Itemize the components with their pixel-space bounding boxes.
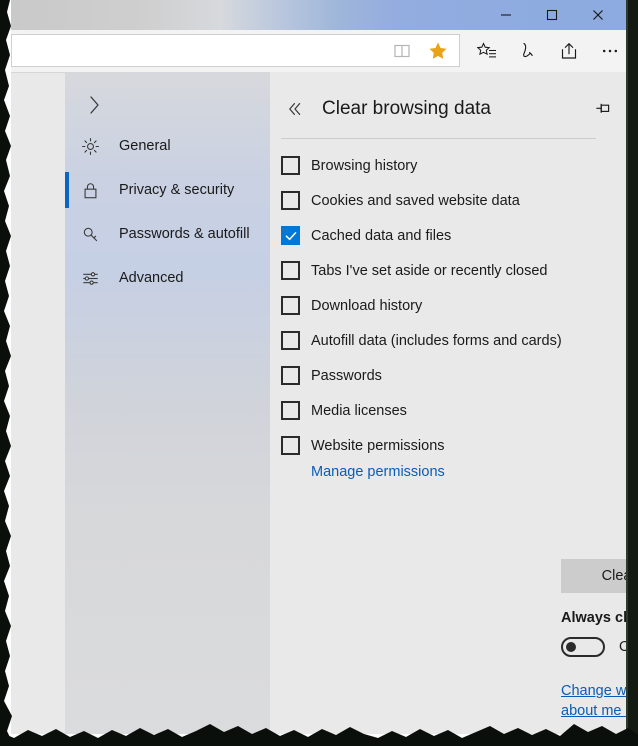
sidebar-item-privacy-security[interactable]: Privacy & security (65, 168, 270, 212)
checkbox-row-cached-data[interactable]: Cached data and files (270, 218, 629, 253)
checkbox-autofill-data[interactable] (281, 331, 300, 350)
settings-nav-pane: General Privacy & security Passwords & a… (65, 72, 270, 734)
clear-button[interactable]: Clear (561, 559, 638, 593)
sidebar-item-label: Privacy & security (119, 182, 235, 198)
checkbox-passwords[interactable] (281, 366, 300, 385)
settings-flyout: General Privacy & security Passwords & a… (65, 72, 638, 746)
always-clear-toggle-row: Off (561, 637, 638, 657)
checkbox-row-browsing-history[interactable]: Browsing history (270, 148, 629, 183)
chevron-double-left-icon (289, 102, 301, 116)
checkbox-media-licenses[interactable] (281, 401, 300, 420)
checkmark-icon (285, 231, 296, 240)
checkbox-cookies[interactable] (281, 191, 300, 210)
nav-expand-button[interactable] (73, 84, 117, 126)
checkbox-label: Download history (311, 297, 423, 314)
sidebar-item-advanced[interactable]: Advanced (65, 256, 270, 300)
page-title: Clear browsing data (322, 98, 491, 119)
toolbar-icons (466, 34, 630, 67)
sidebar-item-general[interactable]: General (65, 124, 270, 168)
reading-view-icon (394, 44, 410, 57)
more-icon (602, 49, 617, 52)
always-clear-toggle[interactable] (561, 637, 605, 657)
checkbox-label: Tabs I've set aside or recently closed (311, 262, 548, 279)
sidebar-item-label: Passwords & autofill (119, 226, 250, 242)
checkbox-row-website-permissions[interactable]: Website permissions (270, 428, 629, 463)
toggle-state-label: Off (619, 639, 638, 655)
sidebar-item-passwords-autofill[interactable]: Passwords & autofill (65, 212, 270, 256)
checkbox-label: Website permissions (311, 437, 445, 454)
share-icon (561, 42, 576, 59)
torn-edge-right (628, 0, 638, 746)
minimize-button[interactable] (483, 0, 529, 30)
manage-permissions-row: Manage permissions (270, 459, 629, 485)
checkbox-label: Autofill data (includes forms and cards) (311, 332, 562, 349)
checkbox-row-media-licenses[interactable]: Media licenses (270, 393, 629, 428)
favorite-star-icon (429, 42, 447, 59)
browser-toolbar (11, 30, 629, 73)
manage-permissions-link[interactable]: Manage permissions (311, 464, 445, 480)
checkbox-label: Cookies and saved website data (311, 192, 520, 209)
checkbox-cached-data[interactable] (281, 226, 300, 245)
sidebar-item-label: Advanced (119, 270, 184, 286)
address-bar[interactable] (11, 34, 460, 67)
address-bar-icons (385, 35, 455, 66)
checkbox-label: Browsing history (311, 157, 418, 174)
panel-back-button[interactable] (276, 90, 314, 128)
window-controls (483, 0, 621, 30)
header-divider (281, 138, 596, 139)
checkbox-browsing-history[interactable] (281, 156, 300, 175)
clear-browsing-data-pane: Clear browsing data Browsing history Coo… (270, 72, 638, 746)
checkbox-row-cookies[interactable]: Cookies and saved website data (270, 183, 629, 218)
bottom-links: Change what Microsoft Edge knows about m… (561, 681, 638, 746)
hub-button[interactable] (466, 34, 507, 67)
pin-icon (596, 103, 610, 113)
favorite-star-button[interactable] (421, 35, 455, 66)
maximize-button[interactable] (529, 0, 575, 30)
checkbox-row-autofill-data[interactable]: Autofill data (includes forms and cards) (270, 323, 629, 358)
link-row-cloud-data: Change what Microsoft Edge knows about m… (561, 681, 638, 721)
close-button[interactable] (575, 0, 621, 30)
checkbox-label: Media licenses (311, 402, 407, 419)
gear-icon (81, 137, 109, 156)
sidebar-item-label: General (119, 138, 171, 154)
clear-data-checkbox-list: Browsing history Cookies and saved websi… (270, 148, 629, 485)
change-cloud-data-link[interactable]: Change what Microsoft Edge knows about m… (561, 681, 638, 721)
screenshot-root: About d over ? rch Res ul thing (0, 0, 638, 746)
lock-icon (81, 181, 109, 200)
pin-panel-button[interactable] (587, 94, 619, 126)
checkbox-download-history[interactable] (281, 296, 300, 315)
checkbox-label: Passwords (311, 367, 382, 384)
clear-bing-search-history-link[interactable]: Clear Bing search history (561, 731, 638, 746)
sliders-icon (81, 269, 109, 288)
web-note-button[interactable] (507, 34, 548, 67)
hub-icon (476, 41, 496, 57)
panel-header: Clear browsing data (270, 86, 629, 132)
title-bar (11, 0, 629, 30)
checkbox-label: Cached data and files (311, 227, 452, 244)
always-clear-label: Always clear this when I close the brows… (561, 610, 638, 626)
reading-view-button[interactable] (385, 35, 419, 66)
minimize-icon (501, 14, 511, 16)
key-icon (81, 225, 109, 244)
toggle-knob (566, 642, 576, 652)
checkbox-row-passwords[interactable]: Passwords (270, 358, 629, 393)
checkbox-row-tabs-set-aside[interactable]: Tabs I've set aside or recently closed (270, 253, 629, 288)
checkbox-tabs-set-aside[interactable] (281, 261, 300, 280)
maximize-icon (546, 9, 558, 21)
web-note-icon (522, 42, 533, 57)
checkbox-website-permissions[interactable] (281, 436, 300, 455)
share-button[interactable] (548, 34, 589, 67)
more-button[interactable] (589, 34, 630, 67)
checkbox-row-download-history[interactable]: Download history (270, 288, 629, 323)
link-row-bing-history: Clear Bing search history (561, 730, 638, 746)
close-icon (593, 10, 603, 20)
chevron-right-icon (90, 96, 99, 114)
nav-list: General Privacy & security Passwords & a… (65, 124, 270, 300)
